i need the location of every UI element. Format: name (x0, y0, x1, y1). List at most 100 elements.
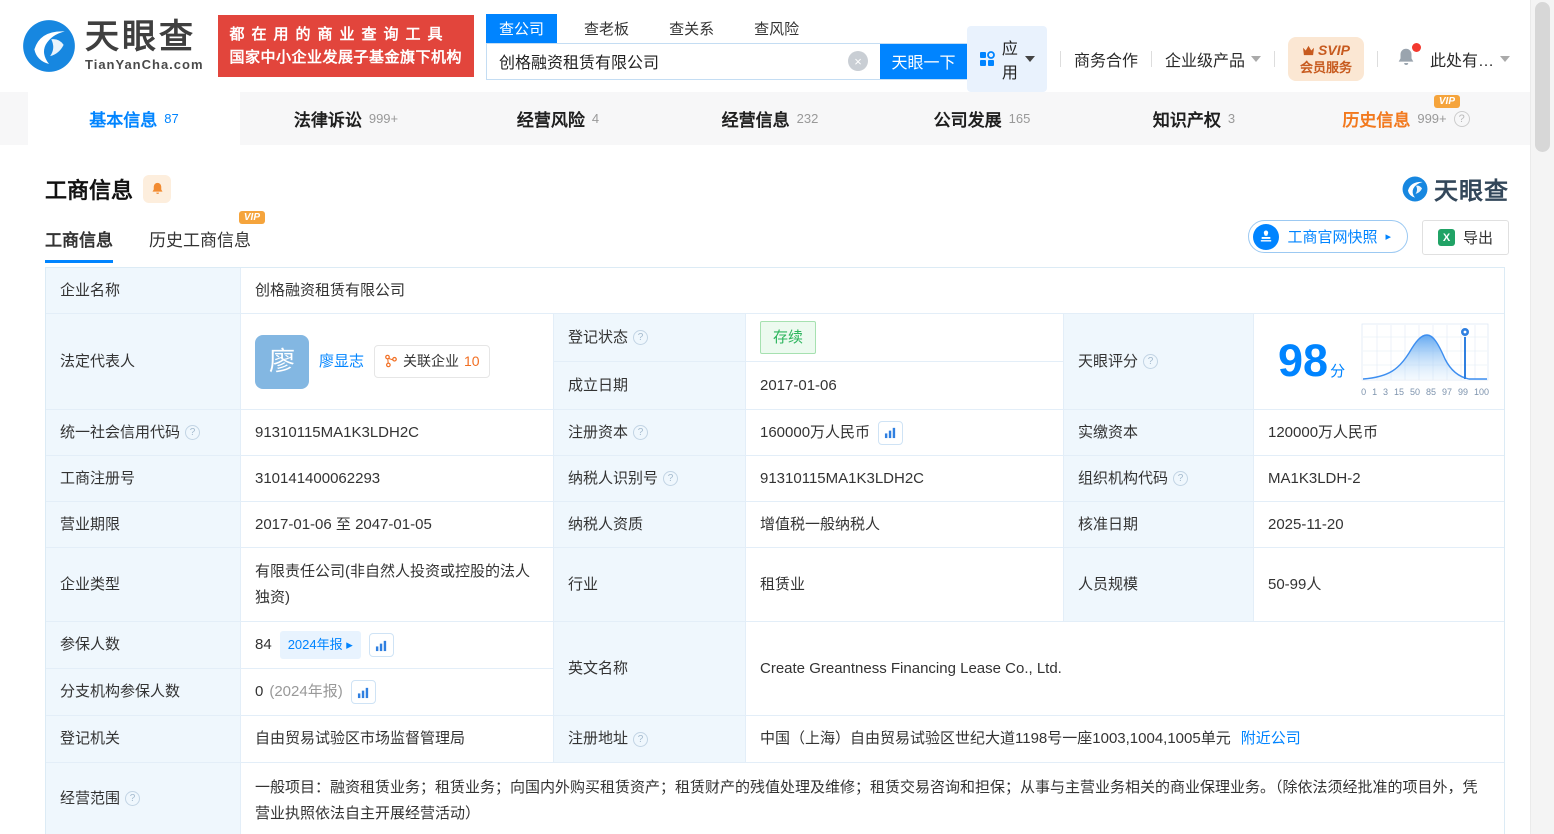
tianyancha-logo[interactable]: 天眼查 TianYanCha.com (22, 19, 204, 73)
help-icon[interactable]: ? (663, 471, 679, 486)
reg-authority-label: 登记机关 (46, 716, 241, 763)
credit-code-value: 91310115MA1K3LDH2C (241, 410, 554, 456)
reg-number-value: 310141400062293 (241, 456, 554, 502)
industry-value: 租赁业 (746, 548, 1064, 622)
apps-menu[interactable]: 应用 (966, 26, 1047, 92)
tab-intellectual-property[interactable]: 知识产权 3 (1088, 92, 1300, 145)
help-icon[interactable]: ? (1173, 471, 1189, 486)
score-distribution-chart: 0 1 3 15 50 85 97 99 100 (1361, 323, 1489, 400)
nav-cooperation[interactable]: 商务合作 (1074, 47, 1138, 71)
legal-rep-avatar[interactable]: 廖 (255, 334, 309, 389)
legal-rep-label: 法定代表人 (46, 314, 241, 410)
tab-history-info[interactable]: VIP 历史信息 999+ ? (1300, 92, 1512, 145)
scrollbar[interactable] (1530, 0, 1554, 834)
caret-down-icon (1250, 56, 1261, 62)
brand-name: 天眼查 (85, 18, 196, 56)
search-input[interactable] (487, 43, 849, 79)
vip-badge: VIP (1433, 95, 1460, 108)
branch-insured-value: 0 (2024年报) (241, 669, 554, 716)
paid-capital-value: 120000万人民币 (1254, 410, 1504, 456)
business-scope-label: 经营范围? (46, 763, 241, 834)
help-icon[interactable]: ? (633, 330, 649, 345)
taxpayer-quality-label: 纳税人资质 (554, 502, 746, 548)
scrollbar-thumb[interactable] (1535, 2, 1550, 152)
company-name-value: 创格融资租赁有限公司 (241, 268, 1504, 314)
clear-icon[interactable]: × (848, 51, 869, 71)
score-axis-ticks: 0 1 3 15 50 85 97 99 100 (1361, 386, 1489, 397)
user-menu[interactable]: 此处有… (1430, 47, 1510, 71)
score-value: 98 分 0 1 3 15 50 85 97 99 100 (1254, 314, 1504, 410)
search-tab-relation[interactable]: 查关系 (656, 14, 727, 43)
approval-date-label: 核准日期 (1064, 502, 1254, 548)
annual-report-badge[interactable]: 2024年报 ▸ (279, 630, 361, 660)
search-button[interactable]: 天眼一下 (880, 43, 968, 79)
search-tab-company[interactable]: 查公司 (486, 13, 558, 43)
notification-bell-icon[interactable] (1395, 42, 1421, 73)
english-name-label: 英文名称 (554, 622, 746, 716)
approval-date-value: 2025-11-20 (1254, 502, 1504, 548)
legal-rep-value: 廖 廖显志 关联企业 10 (241, 314, 554, 410)
tab-basic-info[interactable]: 基本信息 87 (28, 92, 240, 145)
business-term-label: 营业期限 (46, 502, 241, 548)
tianyancha-watermark: 天眼查 (1402, 171, 1509, 206)
export-button[interactable]: X 导出 (1421, 220, 1509, 255)
score-label: 天眼评分? (1064, 314, 1254, 410)
subtab-business-info[interactable]: 工商信息 (45, 226, 113, 263)
help-icon[interactable]: ? (185, 425, 201, 440)
tianyancha-company-page: 天眼查 TianYanCha.com 都在用的商业查询工具 国家中小企业发展子基… (0, 0, 1554, 834)
business-scope-value: 一般项目：融资租赁业务；租赁业务；向国内外购买租赁资产；租赁财产的残值处理及维修… (241, 763, 1504, 834)
vip-badge: VIP (238, 211, 265, 224)
svip-member-button[interactable]: SVIP 会员服务 (1287, 37, 1364, 81)
search-bar: × 天眼一下 (486, 42, 969, 80)
monitor-bell-icon[interactable] (143, 174, 172, 203)
reg-address-label: 注册地址? (554, 716, 746, 763)
help-icon[interactable]: ? (125, 791, 141, 806)
establish-date-value: 2017-01-06 (746, 362, 1064, 410)
help-icon[interactable]: ? (1453, 110, 1470, 127)
brand-domain: TianYanCha.com (85, 57, 204, 72)
insured-chart-icon[interactable] (368, 633, 394, 657)
tianyancha-watermark-icon (1402, 176, 1428, 201)
caret-down-icon (1024, 56, 1035, 62)
tab-operation-info[interactable]: 经营信息 232 (664, 92, 876, 145)
english-name-value: Create Greantness Financing Lease Co., L… (746, 622, 1504, 716)
credit-code-label: 统一社会信用代码? (46, 410, 241, 456)
branch-insured-label: 分支机构参保人数 (46, 669, 241, 716)
tab-legal[interactable]: 法律诉讼 999+ (240, 92, 452, 145)
search-tab-risk[interactable]: 查风险 (741, 14, 812, 43)
header: 天眼查 TianYanCha.com 都在用的商业查询工具 国家中小企业发展子基… (0, 0, 1554, 92)
search-tab-boss[interactable]: 查老板 (571, 14, 642, 43)
help-icon[interactable]: ? (633, 731, 649, 747)
notification-dot (1411, 42, 1421, 52)
nav-enterprise[interactable]: 企业级产品 (1165, 47, 1261, 71)
tab-company-development[interactable]: 公司发展 165 (876, 92, 1088, 145)
company-name-label: 企业名称 (46, 268, 241, 314)
insured-label: 参保人数 (46, 622, 241, 669)
reg-address-value: 中国（上海）自由贸易试验区世纪大道1198号一座1003,1004,1005单元… (746, 716, 1504, 763)
related-companies-badge[interactable]: 关联企业 10 (374, 344, 490, 379)
search-tabs: 查公司 查老板 查关系 查风险 (486, 13, 968, 43)
company-type-label: 企业类型 (46, 548, 241, 622)
section-title: 工商信息 (45, 177, 134, 203)
branch-insured-chart-icon[interactable] (350, 680, 376, 704)
brand-slogan: 都在用的商业查询工具 国家中小企业发展子基金旗下机构 (217, 14, 475, 78)
subtab-history-business-info[interactable]: 历史工商信息 VIP (149, 211, 265, 263)
business-term-value: 2017-01-06 至 2047-01-05 (241, 502, 554, 548)
capital-chart-icon[interactable] (878, 420, 904, 445)
help-icon[interactable]: ? (633, 425, 649, 440)
taxpayer-id-value: 91310115MA1K3LDH2C (746, 456, 1064, 502)
header-nav: 应用 商务合作 企业级产品 SVIP 会员服务 此处有… (966, 26, 1510, 92)
main-tabbar: 基本信息 87 法律诉讼 999+ 经营风险 4 经营信息 232 公司发展 165 知识… (0, 92, 1554, 145)
paid-capital-label: 实缴资本 (1064, 410, 1254, 456)
official-snapshot-button[interactable]: 工商官网快照 ▸ (1248, 220, 1408, 253)
nearby-companies-link[interactable]: 附近公司 (1241, 726, 1301, 752)
establish-date-label: 成立日期 (554, 362, 746, 410)
score-number: 98 (1278, 335, 1329, 387)
org-link-icon (385, 355, 397, 368)
tab-operation-risk[interactable]: 经营风险 4 (452, 92, 664, 145)
org-code-value: MA1K3LDH-2 (1254, 456, 1504, 502)
legal-rep-link[interactable]: 廖显志 (319, 349, 364, 375)
status-badge[interactable]: 存续 (760, 320, 817, 355)
help-icon[interactable]: ? (1143, 354, 1159, 369)
taxpayer-quality-value: 增值税一般纳税人 (746, 502, 1064, 548)
